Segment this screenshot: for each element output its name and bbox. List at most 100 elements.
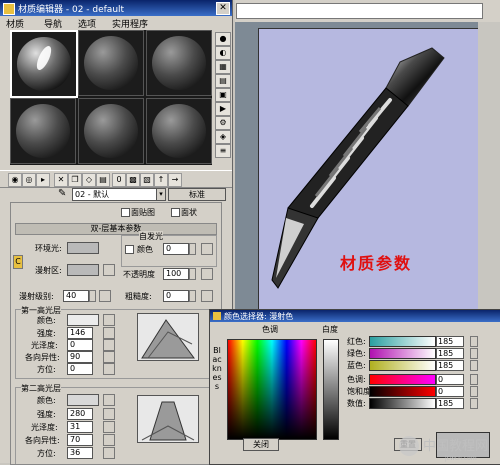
select-by-material-icon[interactable]: ◈ [215, 130, 231, 144]
eyedropper-icon[interactable]: ✎ [58, 188, 66, 199]
green-spinner[interactable] [470, 348, 478, 359]
sample-slot[interactable] [78, 30, 144, 96]
go-parent-icon[interactable]: ↑ [154, 173, 168, 187]
menu-material[interactable]: 材质 [6, 17, 24, 30]
ambient-swatch[interactable] [67, 242, 99, 254]
diffuse-level-map-button[interactable] [99, 290, 111, 302]
spec2-level-map-button[interactable] [103, 408, 115, 420]
hue-channel-bar[interactable] [369, 374, 436, 385]
lock-button[interactable]: C [13, 255, 23, 269]
spec2-gloss-value[interactable]: 31 [67, 421, 93, 433]
material-name-field[interactable]: 02 - 默认 [72, 188, 166, 201]
assign-icon[interactable]: ▸ [36, 173, 50, 187]
roughness-map-button[interactable] [201, 290, 213, 302]
value-channel-bar[interactable] [369, 398, 436, 409]
sample-slot[interactable] [146, 98, 212, 164]
faceted-checkbox[interactable] [171, 208, 180, 217]
put-to-scene-icon[interactable]: ◎ [22, 173, 36, 187]
diffuse-level-spinner[interactable] [89, 290, 96, 302]
face-map-checkbox[interactable] [121, 208, 130, 217]
saturation-spinner[interactable] [470, 386, 478, 397]
spec1-color-swatch[interactable] [67, 314, 99, 326]
roughness-spinner[interactable] [189, 290, 196, 302]
viewport-tab-bar[interactable] [236, 3, 483, 19]
green-value[interactable]: 185 [436, 348, 464, 359]
roughness-value[interactable]: 0 [163, 290, 189, 302]
self-illum-color-checkbox[interactable] [125, 245, 134, 254]
blue-value[interactable]: 185 [436, 360, 464, 371]
spec1-level-map-button[interactable] [103, 327, 115, 339]
menu-options[interactable]: 选项 [78, 17, 96, 30]
value-value[interactable]: 185 [436, 398, 464, 409]
material-id-icon[interactable]: 0 [112, 173, 126, 187]
spec2-color-map-button[interactable] [103, 394, 115, 406]
spec2-gloss-map-button[interactable] [103, 421, 115, 433]
blue-channel-bar[interactable] [369, 360, 436, 371]
blue-spinner[interactable] [470, 360, 478, 371]
self-illum-spinner[interactable] [189, 243, 196, 255]
green-channel-bar[interactable] [369, 348, 436, 359]
self-illum-map-button[interactable] [201, 243, 213, 255]
reset-icon[interactable]: ✕ [54, 173, 68, 187]
hue-spinner[interactable] [470, 374, 478, 385]
unique-icon[interactable]: ◇ [82, 173, 96, 187]
spec1-gloss-value[interactable]: 0 [67, 339, 93, 351]
library-icon[interactable]: ▤ [96, 173, 110, 187]
spec2-aniso-value[interactable]: 70 [67, 434, 93, 446]
material-type-button[interactable]: 标准 [168, 188, 226, 201]
uv-tiling-icon[interactable]: ▤ [215, 74, 231, 88]
diffuse-map-button[interactable] [103, 264, 115, 276]
get-material-icon[interactable]: ◉ [8, 173, 22, 187]
backlight-icon[interactable]: ◐ [215, 46, 231, 60]
spec2-orient-map-button[interactable] [103, 447, 115, 459]
background-icon[interactable]: ▦ [215, 60, 231, 74]
spec1-gloss-map-button[interactable] [103, 339, 115, 351]
hue-value[interactable]: 0 [436, 374, 464, 385]
red-spinner[interactable] [470, 336, 478, 347]
diffuse-level-value[interactable]: 40 [63, 290, 89, 302]
show-map-icon[interactable]: ▩ [126, 173, 140, 187]
self-illum-value[interactable]: 0 [163, 243, 189, 255]
whiteness-bar[interactable] [323, 339, 339, 440]
spec1-aniso-value[interactable]: 90 [67, 351, 93, 363]
copy-icon[interactable]: ❐ [68, 173, 82, 187]
diffuse-swatch[interactable] [67, 264, 99, 276]
options-icon[interactable]: ⚙ [215, 116, 231, 130]
sample-type-icon[interactable]: ● [215, 32, 231, 46]
menu-navigation[interactable]: 导航 [44, 17, 62, 30]
video-check-icon[interactable]: ▣ [215, 88, 231, 102]
sample-slot[interactable] [10, 98, 76, 164]
hue-spectrum[interactable] [227, 339, 317, 440]
spec2-color-swatch[interactable] [67, 394, 99, 406]
sample-slot[interactable] [146, 30, 212, 96]
spec2-aniso-map-button[interactable] [103, 434, 115, 446]
spec1-color-map-button[interactable] [103, 314, 115, 326]
menu-utilities[interactable]: 实用程序 [112, 17, 148, 30]
sample-slot[interactable] [10, 30, 78, 98]
spec1-orient-map-button[interactable] [103, 363, 115, 375]
sample-sphere [84, 36, 138, 90]
red-value[interactable]: 185 [436, 336, 464, 347]
red-channel-bar[interactable] [369, 336, 436, 347]
show-end-result-icon[interactable]: ▧ [140, 173, 154, 187]
spec1-orient-value[interactable]: 0 [67, 363, 93, 375]
opacity-value[interactable]: 100 [163, 268, 189, 280]
rollout-header[interactable]: 双-层基本参数 [15, 223, 217, 235]
spec1-level-value[interactable]: 146 [67, 327, 93, 339]
spec2-level-value[interactable]: 280 [67, 408, 93, 420]
menu-bar: 材质 导航 选项 实用程序 [0, 16, 232, 30]
opacity-spinner[interactable] [189, 268, 196, 280]
preview-icon[interactable]: ▶ [215, 102, 231, 116]
go-sibling-icon[interactable]: → [168, 173, 182, 187]
close-button[interactable]: 关闭 [243, 438, 279, 451]
saturation-value[interactable]: 0 [436, 386, 464, 397]
close-icon[interactable]: ✕ [216, 2, 230, 15]
spec2-orient-value[interactable]: 36 [67, 447, 93, 459]
saturation-channel-bar[interactable] [369, 386, 436, 397]
sample-slot[interactable] [78, 98, 144, 164]
map-navigator-icon[interactable]: ≡ [215, 144, 231, 158]
value-spinner[interactable] [470, 398, 478, 409]
spec1-aniso-map-button[interactable] [103, 351, 115, 363]
opacity-map-button[interactable] [201, 268, 213, 280]
chevron-down-icon[interactable]: ▾ [156, 188, 166, 201]
